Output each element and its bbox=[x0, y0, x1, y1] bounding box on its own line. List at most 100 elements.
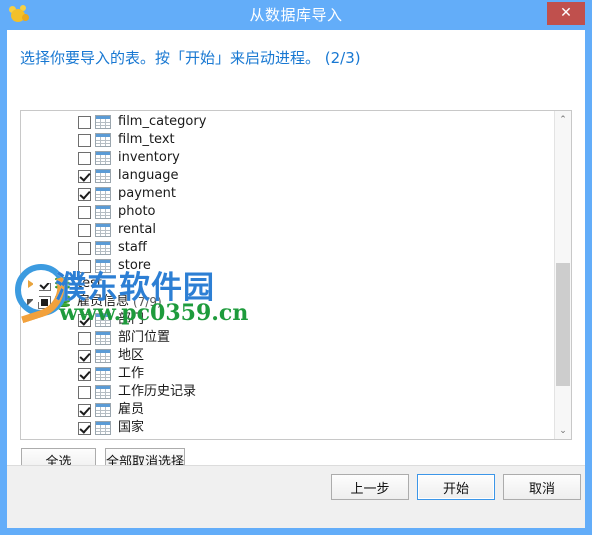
table-list-item[interactable]: language bbox=[21, 167, 554, 185]
item-checkbox[interactable] bbox=[78, 259, 91, 273]
table-list-item[interactable]: 部门 bbox=[21, 311, 554, 329]
table-icon bbox=[95, 421, 111, 435]
item-checkbox[interactable] bbox=[78, 313, 91, 327]
item-checkbox[interactable] bbox=[78, 385, 91, 399]
table-list-item[interactable]: test bbox=[21, 275, 554, 293]
table-icon bbox=[95, 385, 111, 399]
table-list-item-label: 雇员 bbox=[118, 402, 145, 417]
start-button[interactable]: 开始 bbox=[417, 474, 495, 500]
table-list-item-label: test bbox=[77, 276, 102, 291]
item-checkbox[interactable] bbox=[78, 367, 91, 381]
item-checkbox[interactable] bbox=[38, 277, 51, 291]
table-list-item[interactable]: 国家 bbox=[21, 419, 554, 437]
table-icon bbox=[95, 133, 111, 147]
table-list-item[interactable]: 工作历史记录 bbox=[21, 383, 554, 401]
title-bar: 从数据库导入 ✕ bbox=[0, 0, 592, 30]
table-list-item[interactable]: payment bbox=[21, 185, 554, 203]
table-icon bbox=[95, 223, 111, 237]
scroll-down-arrow-icon[interactable]: ⌄ bbox=[555, 422, 571, 439]
dialog-body: 选择你要导入的表。按「开始」来启动进程。 (2/3) film_category… bbox=[7, 30, 585, 528]
item-checkbox[interactable] bbox=[78, 169, 91, 183]
table-list-item[interactable]: inventory bbox=[21, 149, 554, 167]
table-icon bbox=[95, 367, 111, 381]
table-icon bbox=[95, 205, 111, 219]
table-list-item-label: film_category bbox=[118, 114, 207, 129]
cancel-button[interactable]: 取消 bbox=[503, 474, 581, 500]
item-checkbox[interactable] bbox=[78, 331, 91, 345]
import-from-database-dialog: 从数据库导入 ✕ 选择你要导入的表。按「开始」来启动进程。 (2/3) film… bbox=[0, 0, 592, 535]
table-list-rows: film_category film_text inventory language p… bbox=[21, 113, 554, 439]
table-icon bbox=[95, 115, 111, 129]
table-list-item-label: 雇员信息 bbox=[77, 294, 130, 309]
collapse-triangle-icon[interactable] bbox=[25, 293, 38, 311]
table-list-item[interactable]: 地区 bbox=[21, 347, 554, 365]
table-list-item[interactable]: 雇员信息 (7/9) bbox=[21, 293, 554, 311]
table-list-item-label: 国家 bbox=[118, 420, 145, 435]
table-list-item-label: 工作 bbox=[118, 366, 145, 381]
table-icon bbox=[95, 169, 111, 183]
table-list-item-label: 部门位置 bbox=[118, 330, 171, 345]
table-list-item[interactable]: 工作 bbox=[21, 365, 554, 383]
table-list-item[interactable]: 雇员 bbox=[21, 401, 554, 419]
previous-button[interactable]: 上一步 bbox=[331, 474, 409, 500]
table-list-item-label: staff bbox=[118, 240, 147, 255]
table-list-item-count: (7/9) bbox=[133, 295, 162, 309]
close-button[interactable]: ✕ bbox=[547, 2, 585, 25]
table-list-item[interactable]: staff bbox=[21, 239, 554, 257]
table-list-item-label: film_text bbox=[118, 132, 175, 147]
item-checkbox[interactable] bbox=[78, 187, 91, 201]
table-icon bbox=[95, 349, 111, 363]
item-checkbox[interactable] bbox=[78, 349, 91, 363]
scrollbar-thumb[interactable] bbox=[556, 263, 570, 386]
table-list-item[interactable]: rental bbox=[21, 221, 554, 239]
database-icon bbox=[55, 295, 70, 309]
vertical-scrollbar[interactable]: ⌃ ⌄ bbox=[554, 111, 571, 439]
instruction-text: 选择你要导入的表。按「开始」来启动进程。 (2/3) bbox=[20, 49, 361, 67]
table-icon bbox=[95, 187, 111, 201]
table-icon bbox=[95, 259, 111, 273]
table-icon bbox=[95, 313, 111, 327]
expand-triangle-icon[interactable] bbox=[25, 275, 38, 293]
item-checkbox[interactable] bbox=[78, 133, 91, 147]
item-checkbox[interactable] bbox=[78, 223, 91, 237]
item-checkbox[interactable] bbox=[78, 403, 91, 417]
scroll-up-arrow-icon[interactable]: ⌃ bbox=[555, 111, 571, 128]
table-list-item-label: 工作历史记录 bbox=[118, 384, 197, 399]
table-list[interactable]: film_category film_text inventory language p… bbox=[20, 110, 572, 440]
item-checkbox[interactable] bbox=[78, 151, 91, 165]
table-list-item-label: 部门 bbox=[118, 312, 145, 327]
table-list-item-label: store bbox=[118, 258, 151, 273]
table-list-item-label: photo bbox=[118, 204, 156, 219]
item-checkbox[interactable] bbox=[38, 295, 51, 309]
item-checkbox[interactable] bbox=[78, 205, 91, 219]
item-checkbox[interactable] bbox=[78, 421, 91, 435]
item-checkbox[interactable] bbox=[78, 241, 91, 255]
table-icon bbox=[95, 241, 111, 255]
database-icon bbox=[55, 277, 70, 291]
window-title: 从数据库导入 bbox=[249, 6, 343, 24]
table-list-item[interactable]: film_category bbox=[21, 113, 554, 131]
item-checkbox[interactable] bbox=[78, 115, 91, 129]
table-list-item-label: inventory bbox=[118, 150, 180, 165]
dialog-footer: 上一步 开始 取消 bbox=[7, 465, 585, 528]
table-list-item-label: payment bbox=[118, 186, 176, 201]
table-list-item[interactable]: film_text bbox=[21, 131, 554, 149]
table-list-item-label: rental bbox=[118, 222, 156, 237]
table-icon bbox=[95, 403, 111, 417]
table-list-item[interactable]: store bbox=[21, 257, 554, 275]
table-icon bbox=[95, 151, 111, 165]
table-list-item[interactable]: 部门位置 bbox=[21, 329, 554, 347]
table-list-item[interactable]: photo bbox=[21, 203, 554, 221]
